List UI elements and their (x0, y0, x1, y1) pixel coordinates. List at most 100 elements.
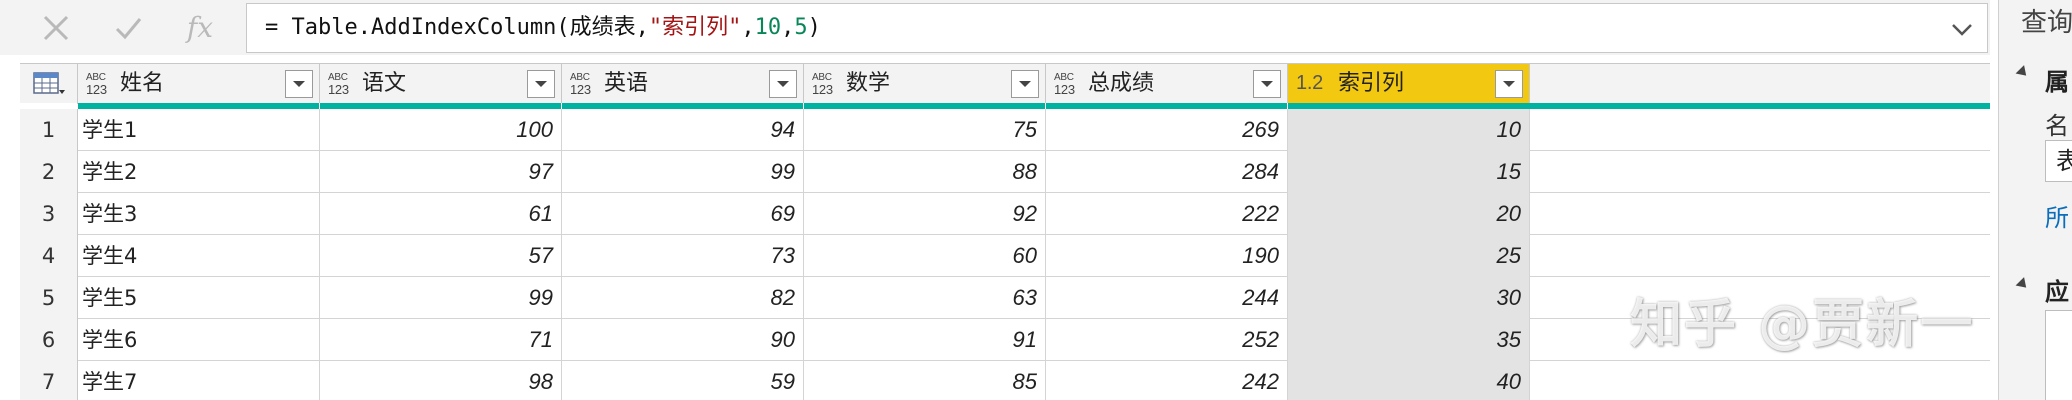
formula-number: 10 (754, 15, 782, 40)
fx-button[interactable]: fx (164, 0, 236, 55)
column-filter-button[interactable] (1253, 70, 1281, 98)
table-cell[interactable]: 60 (804, 235, 1046, 277)
properties-section-title: 属 (2045, 68, 2069, 96)
table-cell[interactable]: 244 (1046, 277, 1288, 319)
check-icon (115, 17, 142, 39)
column-header-label: 总成绩 (1088, 71, 1155, 96)
formula-comma: , (741, 15, 755, 40)
row-number[interactable]: 2 (20, 151, 78, 193)
table-cell[interactable]: 98 (320, 361, 562, 400)
table-cell[interactable]: 85 (804, 361, 1046, 400)
column-filter-button[interactable] (1011, 70, 1039, 98)
table-row[interactable]: 3 学生3 61 69 92 222 20 (20, 193, 1990, 235)
formula-buttons: fx (20, 0, 238, 55)
table-cell[interactable]: 94 (562, 109, 804, 151)
row-number[interactable]: 7 (20, 361, 78, 400)
collapse-triangle-icon[interactable] (2015, 277, 2031, 292)
table-cell[interactable]: 99 (562, 151, 804, 193)
table-cell[interactable]: 71 (320, 319, 562, 361)
row-number[interactable]: 5 (20, 277, 78, 319)
table-cell[interactable]: 63 (804, 277, 1046, 319)
table-cell[interactable]: 92 (804, 193, 1046, 235)
table-cell[interactable]: 100 (320, 109, 562, 151)
table-row[interactable]: 1 学生1 100 94 75 269 10 (20, 109, 1990, 151)
applied-steps-section-title: 应 (2045, 278, 2069, 306)
table-cell[interactable]: 59 (562, 361, 804, 400)
table-cell[interactable]: 97 (320, 151, 562, 193)
table-cell[interactable]: 学生4 (78, 235, 320, 277)
column-header[interactable]: ABC 123 姓名 (78, 64, 320, 104)
any-type-icon[interactable]: ABC 123 (812, 72, 840, 96)
table-cell[interactable]: 57 (320, 235, 562, 277)
table-cell[interactable]: 190 (1046, 235, 1288, 277)
collapse-triangle-icon[interactable] (2015, 65, 2031, 80)
table-cell[interactable]: 35 (1288, 319, 1530, 361)
column-header-label: 索引列 (1338, 71, 1405, 96)
table-cell[interactable]: 75 (804, 109, 1046, 151)
table-cell[interactable]: 25 (1288, 235, 1530, 277)
table-cell[interactable]: 学生5 (78, 277, 320, 319)
any-type-icon[interactable]: ABC 123 (328, 72, 356, 96)
formula-text: = Table.AddIndexColumn(成绩表,"索引列",10,5) (265, 4, 821, 52)
table-cell[interactable]: 20 (1288, 193, 1530, 235)
column-header[interactable]: 1.2 索引列 (1288, 64, 1530, 104)
column-filter-button[interactable] (1495, 70, 1523, 98)
decimal-type-icon[interactable]: 1.2 (1296, 71, 1336, 95)
table-cell[interactable]: 91 (804, 319, 1046, 361)
table-cell[interactable]: 284 (1046, 151, 1288, 193)
watermark: 知乎 @贾新一 (1630, 295, 1975, 355)
confirm-formula-button[interactable] (92, 0, 164, 55)
column-filter-button[interactable] (285, 70, 313, 98)
column-header-row: ABC 123 姓名 ABC 123 语文 ABC 123 英语 ABC 123 数学 ABC 123 总成… (20, 63, 1990, 104)
applied-steps-list[interactable] (2045, 310, 2072, 400)
table-cell[interactable]: 15 (1288, 151, 1530, 193)
table-cell[interactable]: 10 (1288, 109, 1530, 151)
table-cell[interactable]: 学生1 (78, 109, 320, 151)
panel-title: 查询 (2021, 8, 2072, 38)
any-type-icon[interactable]: ABC 123 (1054, 72, 1082, 96)
table-cell[interactable]: 82 (562, 277, 804, 319)
table-row[interactable]: 7 学生7 98 59 85 242 40 (20, 361, 1990, 400)
row-number[interactable]: 4 (20, 235, 78, 277)
column-filter-button[interactable] (527, 70, 555, 98)
table-cell[interactable]: 88 (804, 151, 1046, 193)
table-row[interactable]: 2 学生2 97 99 88 284 15 (20, 151, 1990, 193)
table-cell[interactable]: 61 (320, 193, 562, 235)
formula-input[interactable]: = Table.AddIndexColumn(成绩表,"索引列",10,5) (246, 3, 1988, 53)
table-cell[interactable]: 252 (1046, 319, 1288, 361)
table-cell[interactable]: 269 (1046, 109, 1288, 151)
column-header[interactable]: ABC 123 总成绩 (1046, 64, 1288, 104)
column-header[interactable]: ABC 123 语文 (320, 64, 562, 104)
table-cell[interactable]: 40 (1288, 361, 1530, 400)
column-header-label: 数学 (846, 71, 891, 96)
row-number[interactable]: 3 (20, 193, 78, 235)
column-filter-button[interactable] (769, 70, 797, 98)
row-number[interactable]: 1 (20, 109, 78, 151)
table-menu-button[interactable] (20, 64, 78, 104)
any-type-icon[interactable]: ABC 123 (86, 72, 114, 96)
all-properties-link[interactable]: 所 (2045, 198, 2069, 233)
column-header[interactable]: ABC 123 英语 (562, 64, 804, 104)
formula-suffix: ) (807, 15, 821, 40)
table-cell[interactable]: 99 (320, 277, 562, 319)
table-cell[interactable]: 69 (562, 193, 804, 235)
row-number[interactable]: 6 (20, 319, 78, 361)
chevron-down-icon (1503, 81, 1515, 87)
table-cell[interactable]: 242 (1046, 361, 1288, 400)
column-header[interactable]: ABC 123 数学 (804, 64, 1046, 104)
table-cell[interactable]: 30 (1288, 277, 1530, 319)
column-header-label: 语文 (362, 71, 407, 96)
table-cell[interactable]: 222 (1046, 193, 1288, 235)
any-type-icon[interactable]: ABC 123 (570, 72, 598, 96)
table-cell[interactable]: 学生2 (78, 151, 320, 193)
table-cell[interactable]: 90 (562, 319, 804, 361)
query-name-input[interactable]: 表 (2045, 140, 2072, 182)
chevron-down-icon (1261, 81, 1273, 87)
table-row[interactable]: 4 学生4 57 73 60 190 25 (20, 235, 1990, 277)
table-cell[interactable]: 学生3 (78, 193, 320, 235)
cancel-formula-button[interactable] (20, 0, 92, 55)
table-cell[interactable]: 学生6 (78, 319, 320, 361)
table-cell[interactable]: 73 (562, 235, 804, 277)
expand-formula-button[interactable] (1949, 16, 1975, 42)
table-cell[interactable]: 学生7 (78, 361, 320, 400)
